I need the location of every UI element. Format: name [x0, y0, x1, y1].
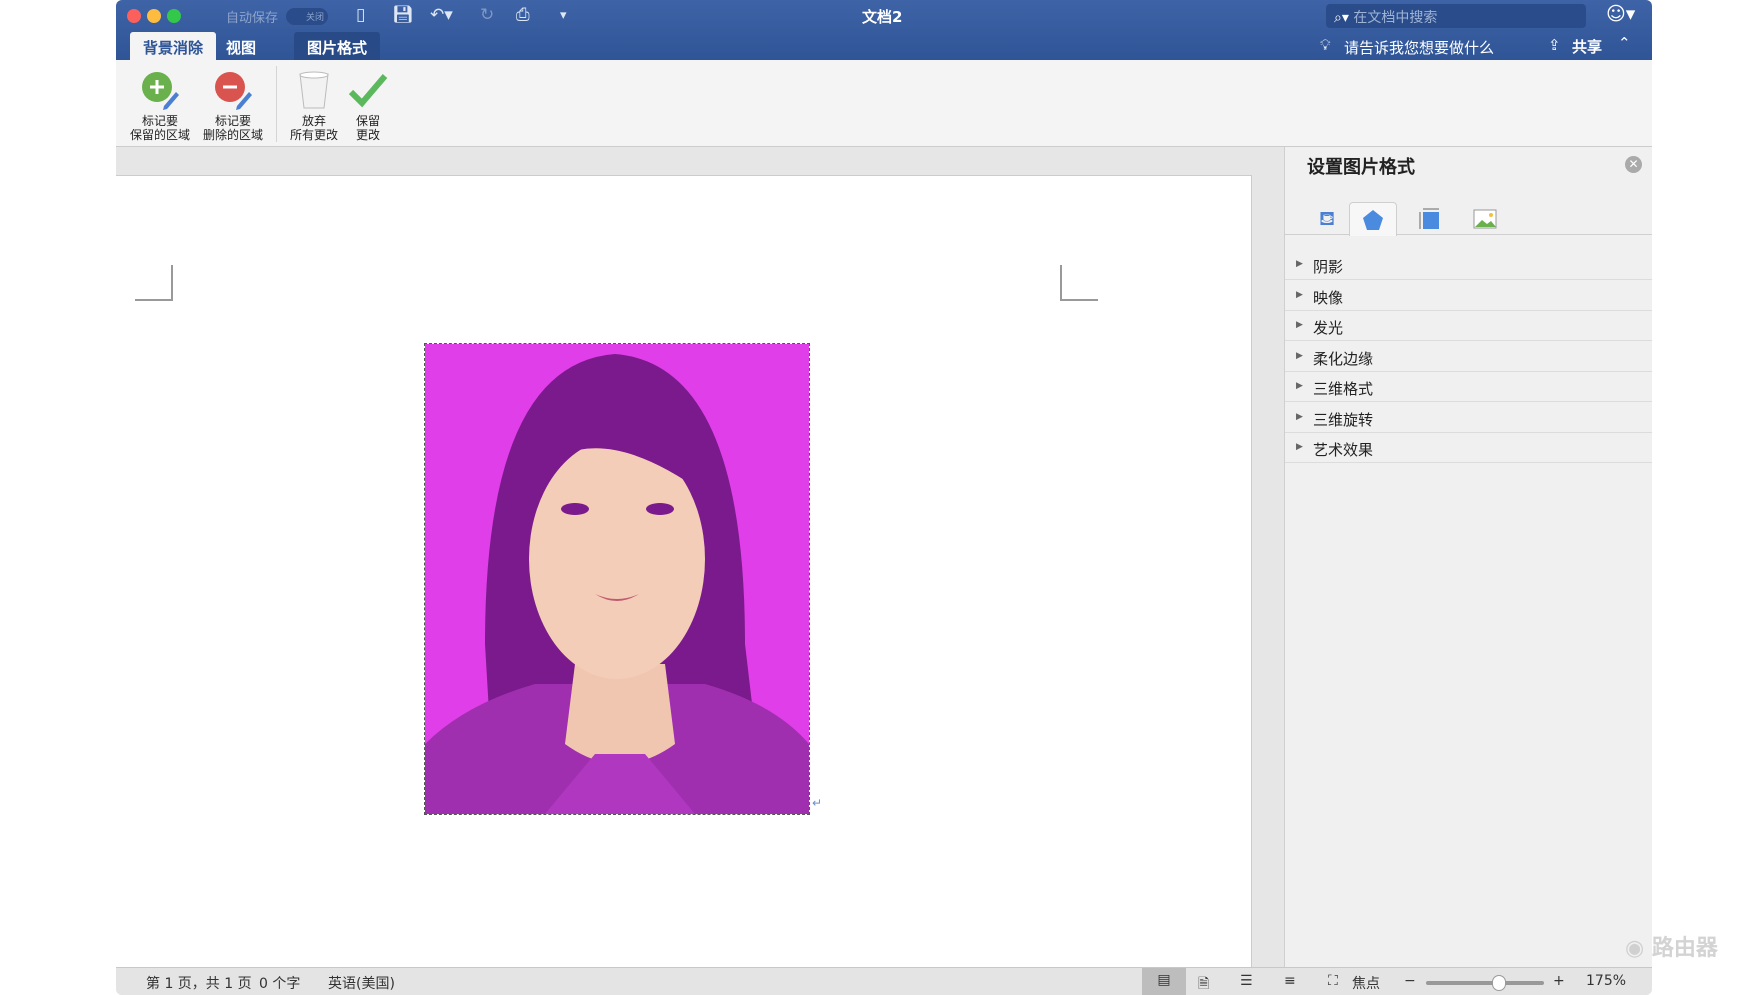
document-page[interactable]: ↵: [116, 175, 1252, 975]
pane-section-2[interactable]: 发光: [1285, 311, 1652, 341]
outline-view-icon[interactable]: ☰: [1240, 973, 1253, 989]
label: 所有更改: [289, 128, 338, 142]
picture-tab[interactable]: [1461, 202, 1509, 236]
autosave-label: 自动保存: [226, 11, 279, 26]
paragraph-mark-icon: ↵: [812, 796, 823, 810]
discard-changes-button[interactable]: 放弃 所有更改: [284, 66, 344, 142]
print-layout-view-icon[interactable]: ▤: [1142, 968, 1186, 995]
tab-picture-format[interactable]: 图片格式: [294, 32, 381, 60]
word-window: 自动保存 关闭 ▯ 💾︎ ↶▾ ↻ ⎙ ▾ 文档2 ⌕▾ 在文档中搜索 ☺▾ 背…: [116, 0, 1652, 995]
print-icon[interactable]: ⎙: [516, 5, 530, 25]
plus-pencil-icon: [126, 66, 194, 114]
zoom-button[interactable]: [167, 9, 181, 23]
format-picture-pane: 设置图片格式 ✕ ⛾ 阴影映像发光柔化边缘三维格式三维旋转艺术效果: [1284, 147, 1652, 967]
minimize-button[interactable]: [147, 9, 161, 23]
language[interactable]: 英语(美国): [328, 973, 395, 993]
layout-properties-tab[interactable]: [1405, 202, 1453, 236]
collapse-ribbon-icon[interactable]: ⌃: [1618, 34, 1631, 52]
margin-corner-mark: [1060, 265, 1098, 301]
search-input[interactable]: ⌕▾ 在文档中搜索: [1326, 4, 1586, 28]
zoom-out-button[interactable]: −: [1404, 973, 1416, 989]
pane-section-1[interactable]: 映像: [1285, 281, 1652, 311]
label: 标记要: [141, 114, 178, 128]
pane-section-5[interactable]: 三维旋转: [1285, 403, 1652, 433]
pane-title: 设置图片格式: [1307, 157, 1415, 178]
paint-bucket-icon: ⛾: [1318, 205, 1336, 230]
search-icon: ⌕▾: [1334, 10, 1354, 26]
undo-icon[interactable]: ↶▾: [430, 5, 453, 25]
document-area: ↵: [116, 147, 1284, 975]
status-bar: 第 1 页，共 1 页 0 个字 英语(美国) ▤ 🗎︎ ☰ ≡ ⛶ 焦点 − …: [116, 967, 1652, 995]
word-count[interactable]: 0 个字: [259, 973, 300, 993]
trash-cup-icon: [284, 66, 344, 114]
page-count[interactable]: 第 1 页，共 1 页: [146, 973, 252, 993]
checkmark-icon: [346, 66, 390, 114]
document-title: 文档2: [862, 8, 903, 26]
focus-label[interactable]: 焦点: [1352, 973, 1380, 993]
zoom-in-button[interactable]: +: [1553, 973, 1565, 989]
keep-changes-button[interactable]: 保留 更改: [346, 66, 390, 142]
mark-remove-button[interactable]: 标记要 删除的区域: [199, 66, 267, 142]
label: 保留的区域: [129, 128, 190, 142]
label: 放弃: [301, 114, 326, 128]
zoom-slider-thumb[interactable]: [1492, 975, 1506, 991]
redo-icon[interactable]: ↻: [480, 5, 494, 25]
zoom-slider[interactable]: [1426, 975, 1544, 991]
pane-section-6[interactable]: 艺术效果: [1285, 433, 1652, 463]
tell-me-box[interactable]: 请告诉我您想要做什么: [1344, 37, 1494, 58]
mark-keep-button[interactable]: 标记要 保留的区域: [126, 66, 194, 142]
size-position-icon: [1419, 208, 1439, 229]
portrait-photo[interactable]: [424, 343, 810, 815]
label: 保留: [355, 114, 380, 128]
label: 删除的区域: [202, 128, 263, 142]
minus-pencil-icon: [199, 66, 267, 114]
fill-line-tab[interactable]: ⛾: [1303, 202, 1351, 236]
pane-section-4[interactable]: 三维格式: [1285, 372, 1652, 402]
ribbon: 标记要 保留的区域 标记要 删除的区域 放弃 所有更改 保留 更改: [116, 60, 1652, 147]
customize-toolbar-icon[interactable]: ▾: [560, 8, 567, 23]
tab-view[interactable]: 视图: [213, 32, 269, 60]
title-bar: 自动保存 关闭 ▯ 💾︎ ↶▾ ↻ ⎙ ▾ 文档2 ⌕▾ 在文档中搜索 ☺▾ 背…: [116, 0, 1652, 60]
share-button[interactable]: 共享: [1572, 36, 1602, 57]
lightbulb-icon: 💡︎: [1320, 36, 1331, 54]
pane-tabs: ⛾: [1285, 202, 1652, 236]
tab-remove-background[interactable]: 背景消除: [130, 32, 217, 60]
save-icon[interactable]: 💾︎: [392, 5, 414, 25]
sidebar-icon[interactable]: ▯: [356, 5, 365, 25]
draft-view-icon[interactable]: ≡: [1284, 973, 1296, 989]
focus-icon[interactable]: ⛶: [1328, 973, 1338, 989]
pentagon-icon: [1363, 209, 1383, 230]
picture-icon: [1473, 209, 1497, 229]
web-layout-view-icon[interactable]: 🗎︎: [1198, 973, 1209, 995]
label: 更改: [355, 128, 380, 142]
zoom-level[interactable]: 175%: [1586, 973, 1626, 989]
watermark-logo: ◉ 路由器: [1625, 936, 1718, 961]
feedback-smiley-icon[interactable]: ☺▾: [1606, 3, 1635, 25]
close-pane-button[interactable]: ✕: [1625, 156, 1642, 173]
margin-corner-mark: [135, 265, 173, 301]
search-placeholder: 在文档中搜索: [1353, 10, 1438, 26]
divider: [276, 66, 277, 142]
pane-section-3[interactable]: 柔化边缘: [1285, 342, 1652, 372]
close-window-button[interactable]: [127, 9, 141, 23]
label: 标记要: [214, 114, 251, 128]
autosave-toggle[interactable]: 关闭: [286, 8, 328, 25]
pane-section-0[interactable]: 阴影: [1285, 250, 1652, 280]
share-icon: ⇪: [1548, 36, 1561, 54]
effects-tab[interactable]: [1349, 202, 1397, 236]
